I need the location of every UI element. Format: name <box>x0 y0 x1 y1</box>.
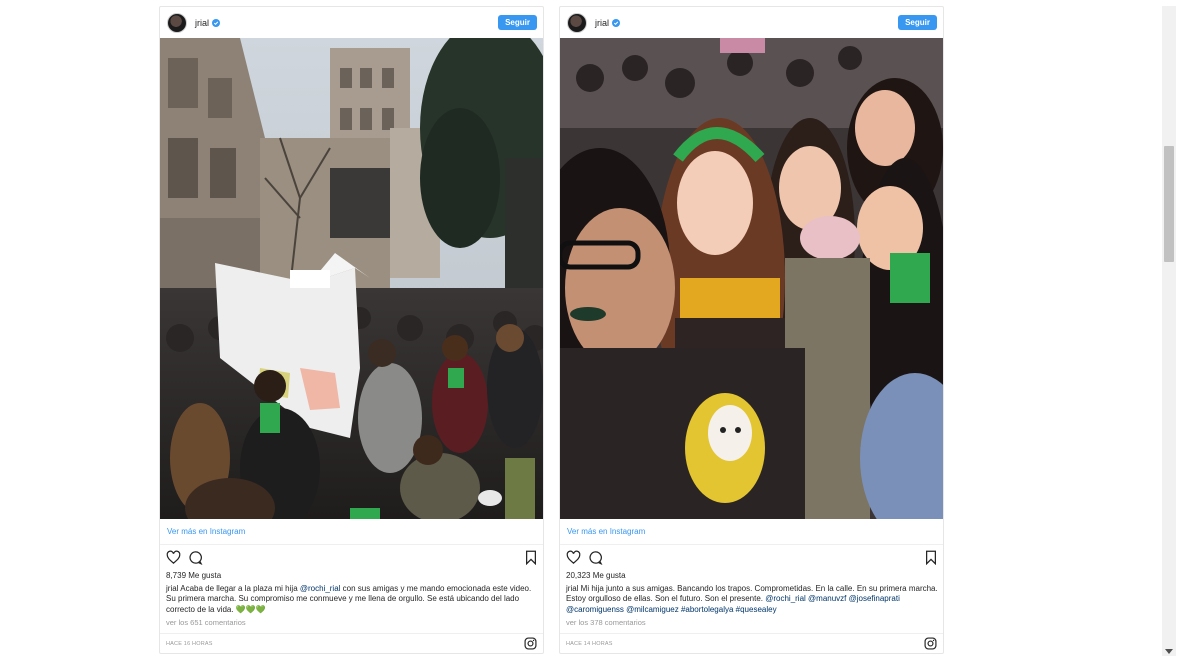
follow-button[interactable]: Seguir <box>898 15 937 30</box>
instagram-embed-2: jrial Seguir Ver más en Instagram 20,323… <box>559 6 944 654</box>
verified-badge-icon <box>212 18 221 27</box>
post-header: jrial Seguir <box>160 7 543 38</box>
bookmark-icon[interactable] <box>525 550 537 565</box>
bookmark-icon[interactable] <box>925 550 937 565</box>
verified-badge-icon <box>612 18 621 27</box>
view-comments-link[interactable]: ver los 378 comentarios <box>560 615 943 629</box>
username[interactable]: jrial <box>195 18 209 28</box>
caption-text: Acaba de llegar a la plaza mi hija <box>178 584 300 593</box>
heart-icon[interactable] <box>566 550 581 565</box>
post-footer: HACE 14 HORAS <box>560 633 943 653</box>
post-timestamp: HACE 16 HORAS <box>166 640 213 647</box>
post-header: jrial Seguir <box>560 7 943 38</box>
instagram-embed-1: jrial Seguir Ver más en Instagram 8,739 … <box>159 6 544 654</box>
post-caption: jrial Mi hija junto a sus amigas. Bancan… <box>560 581 943 615</box>
heart-icon[interactable] <box>166 550 181 565</box>
post-caption: jrial Acaba de llegar a la plaza mi hija… <box>160 581 543 615</box>
view-more-on-instagram-link[interactable]: Ver más en Instagram <box>160 519 543 545</box>
post-actions <box>560 545 943 570</box>
view-more-on-instagram-link[interactable]: Ver más en Instagram <box>560 519 943 545</box>
scrollbar-thumb[interactable] <box>1164 146 1174 262</box>
page-scrollbar[interactable] <box>1162 6 1176 656</box>
username[interactable]: jrial <box>595 18 609 28</box>
post-photo-street-march[interactable] <box>160 38 544 519</box>
post-footer: HACE 16 HORAS <box>160 633 543 653</box>
caption-username[interactable]: jrial <box>566 584 578 593</box>
instagram-icon[interactable] <box>924 637 937 650</box>
comment-icon[interactable] <box>588 550 603 565</box>
instagram-icon[interactable] <box>524 637 537 650</box>
post-photo-group-selfie[interactable] <box>560 38 944 519</box>
avatar[interactable] <box>567 12 587 33</box>
scroll-down-arrow-icon[interactable] <box>1165 649 1173 654</box>
caption-mention[interactable]: @rochi_rial <box>300 584 341 593</box>
view-comments-link[interactable]: ver los 651 comentarios <box>160 615 543 629</box>
likes-count: 8,739 Me gusta <box>166 571 222 580</box>
follow-button[interactable]: Seguir <box>498 15 537 30</box>
caption-username[interactable]: jrial <box>166 584 178 593</box>
comment-icon[interactable] <box>188 550 203 565</box>
post-actions <box>160 545 543 570</box>
avatar[interactable] <box>167 12 187 33</box>
likes-count: 20,323 Me gusta <box>566 571 626 580</box>
post-timestamp: HACE 14 HORAS <box>566 640 613 647</box>
page: jrial Seguir Ver más en Instagram 8,739 … <box>0 0 1180 660</box>
